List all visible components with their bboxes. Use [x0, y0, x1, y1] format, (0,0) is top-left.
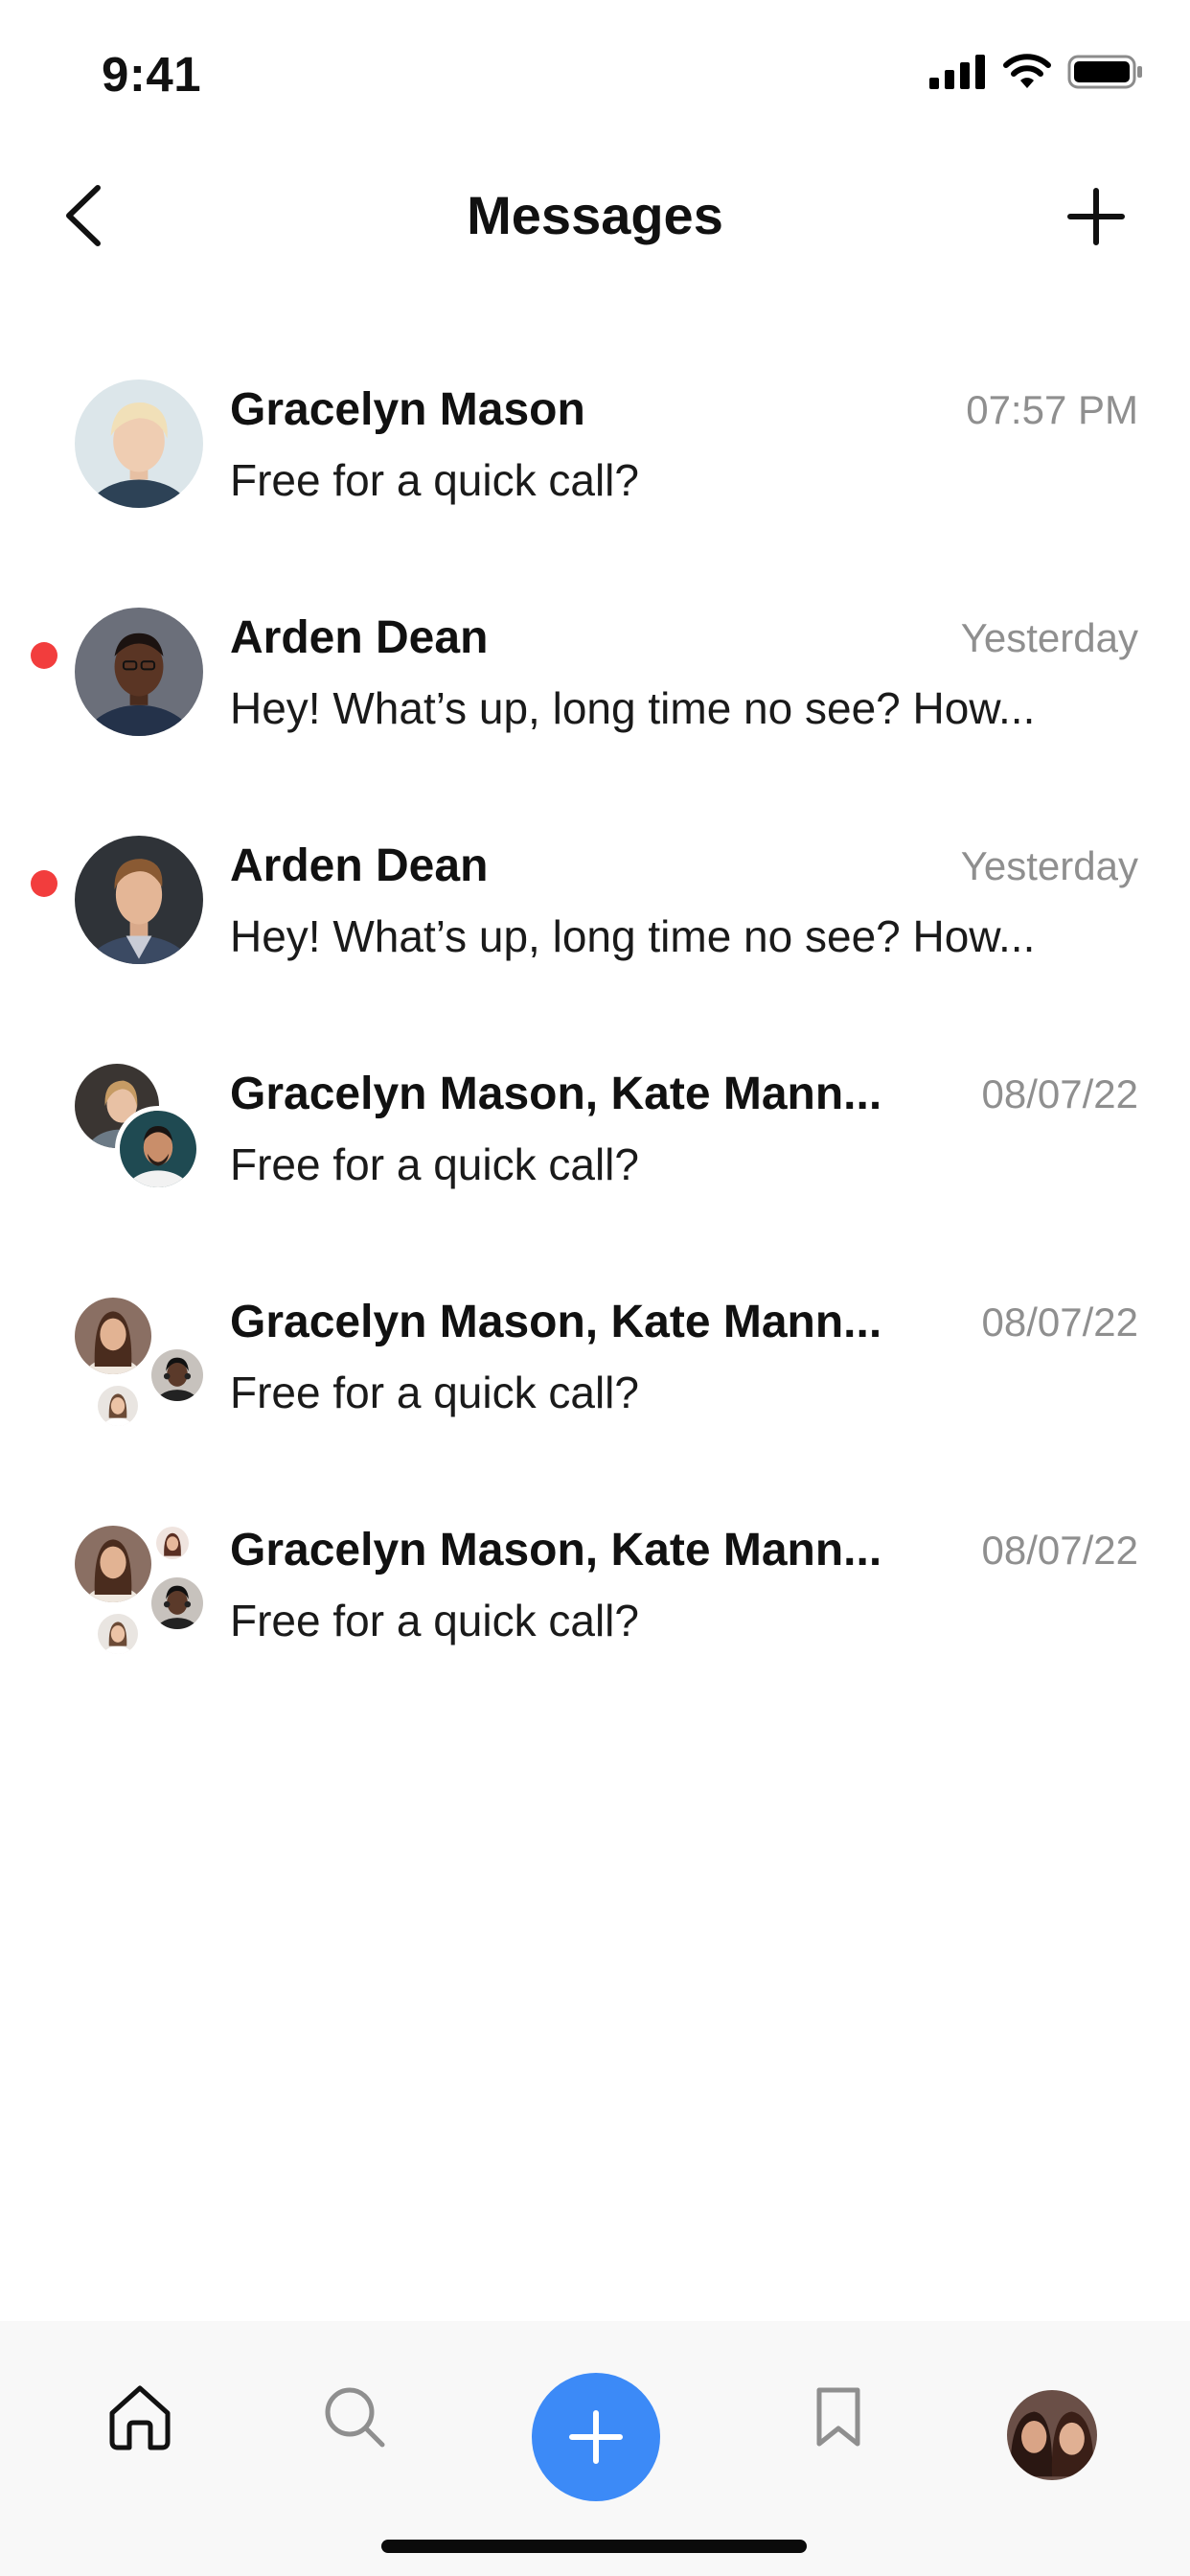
page-title: Messages — [467, 185, 723, 245]
avatar-group — [75, 1064, 205, 1194]
avatar — [115, 1106, 201, 1192]
avatar — [75, 1526, 151, 1602]
tab-search[interactable] — [297, 2359, 412, 2474]
conversation-time: 08/07/22 — [981, 1528, 1139, 1573]
avatar-group — [75, 608, 205, 738]
conversation-list: Gracelyn Mason 07:57 PM Free for a quick… — [0, 355, 1190, 1723]
conversation-name: Arden Dean — [230, 840, 489, 891]
avatar — [94, 1610, 142, 1658]
conversation-name: Arden Dean — [230, 612, 489, 663]
plus-icon — [569, 2410, 623, 2464]
status-time: 9:41 — [102, 47, 202, 102]
avatar — [148, 1574, 207, 1633]
conversation-name: Gracelyn Mason, Kate Mann... — [230, 1297, 882, 1347]
search-icon — [325, 2387, 385, 2448]
conversation-time: 08/07/22 — [981, 1071, 1139, 1116]
conversation-time: Yesterday — [960, 615, 1138, 660]
avatar — [153, 1524, 192, 1562]
conversation-preview: Free for a quick call? — [230, 1368, 639, 1417]
avatar — [94, 1382, 142, 1430]
avatar — [148, 1346, 207, 1405]
profile-avatar[interactable] — [1007, 2390, 1097, 2480]
conversation-item[interactable]: Gracelyn Mason, Kate Mann... 08/07/22 Fr… — [0, 1495, 1190, 1723]
conversation-name: Gracelyn Mason, Kate Mann... — [230, 1069, 882, 1119]
new-message-button[interactable] — [1056, 176, 1136, 257]
tab-saved[interactable] — [781, 2359, 896, 2474]
avatar-group — [75, 1292, 207, 1430]
home-icon — [109, 2385, 171, 2450]
conversation-name: Gracelyn Mason — [230, 384, 585, 435]
header: Messages — [0, 163, 1190, 268]
conversation-item[interactable]: Gracelyn Mason, Kate Mann... 08/07/22 Fr… — [0, 1039, 1190, 1267]
avatar-group — [75, 1520, 207, 1658]
wifi-icon — [1002, 54, 1052, 95]
conversation-preview: Hey! What’s up, long time no see? How... — [230, 683, 1036, 733]
conversation-preview: Free for a quick call? — [230, 455, 639, 505]
avatar-group — [75, 836, 205, 966]
conversation-preview: Hey! What’s up, long time no see? How... — [230, 911, 1036, 961]
tab-bar — [0, 2321, 1190, 2576]
status-bar: 9:41 — [0, 0, 1190, 144]
conversation-item[interactable]: Gracelyn Mason, Kate Mann... 08/07/22 Fr… — [0, 1267, 1190, 1495]
bookmark-icon — [816, 2387, 860, 2447]
tab-home[interactable] — [82, 2359, 197, 2474]
conversation-item[interactable]: Gracelyn Mason 07:57 PM Free for a quick… — [0, 355, 1190, 583]
conversation-preview: Free for a quick call? — [230, 1139, 639, 1189]
conversation-time: 08/07/22 — [981, 1300, 1139, 1345]
avatar — [75, 608, 203, 736]
conversation-time: Yesterday — [960, 843, 1138, 888]
plus-icon — [1067, 188, 1125, 245]
avatar-group — [75, 380, 205, 510]
battery-icon — [1067, 54, 1144, 95]
unread-indicator — [31, 642, 57, 669]
status-icons — [929, 54, 1144, 95]
avatar — [75, 836, 203, 964]
conversation-item[interactable]: Arden Dean Yesterday Hey! What’s up, lon… — [0, 583, 1190, 811]
conversation-name: Gracelyn Mason, Kate Mann... — [230, 1525, 882, 1576]
avatar — [75, 380, 203, 508]
avatar — [75, 1298, 151, 1374]
cellular-signal-icon — [929, 55, 987, 94]
home-indicator — [381, 2540, 807, 2553]
unread-indicator — [31, 870, 57, 897]
conversation-item[interactable]: Arden Dean Yesterday Hey! What’s up, lon… — [0, 811, 1190, 1039]
compose-button[interactable] — [532, 2373, 660, 2501]
conversation-preview: Free for a quick call? — [230, 1596, 639, 1645]
conversation-time: 07:57 PM — [966, 387, 1138, 432]
